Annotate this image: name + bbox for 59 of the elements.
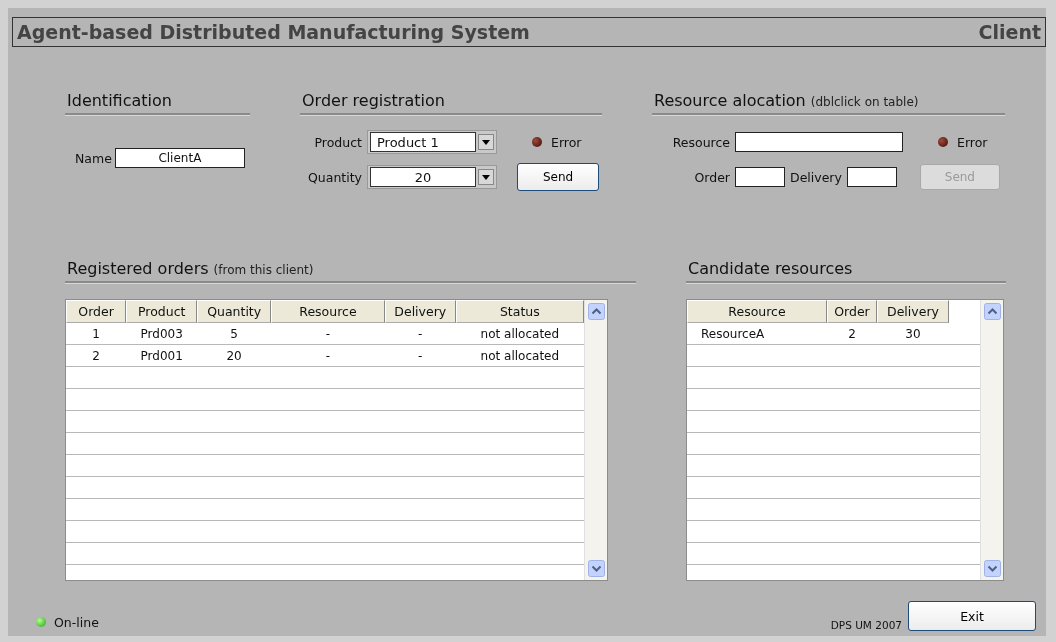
product-dropdown[interactable]: Product 1 [367, 130, 497, 154]
name-field[interactable]: ClientA [114, 148, 245, 168]
scroll-down-icon[interactable] [983, 560, 1001, 577]
table-cell-text: Prd001 [139, 347, 184, 365]
column-header[interactable]: Delivery [384, 300, 456, 323]
resource-field[interactable] [735, 132, 903, 152]
section-hint: (dblclick on table) [810, 95, 919, 109]
scroll-up-icon[interactable] [983, 303, 1001, 320]
section-heading: Order registration [302, 91, 445, 110]
field-label: Name [75, 150, 112, 166]
table-cell-text: - [324, 347, 332, 365]
order-field[interactable] [735, 167, 785, 187]
exit-button[interactable]: Exit [908, 601, 1036, 631]
table-cell-text: not allocated [479, 325, 561, 343]
field-label: Resource [671, 134, 730, 150]
scrollbar[interactable] [584, 300, 607, 580]
field-label: Delivery [790, 169, 842, 185]
field-label: Order [693, 169, 730, 185]
send-button[interactable]: Send [517, 163, 599, 191]
field-label: Product [313, 134, 362, 150]
quantity-dropdown[interactable]: 20 [367, 165, 497, 189]
column-header[interactable]: Order [827, 300, 877, 323]
column-header[interactable]: Status [455, 300, 584, 323]
table-cell-text: - [324, 325, 332, 343]
caret-icon [478, 169, 494, 185]
table-cell-text: 20 [225, 347, 243, 365]
status-label: On-line [54, 614, 99, 630]
section-hint: (from this client) [213, 263, 314, 277]
table-cell-text: - [417, 325, 424, 343]
column-header[interactable]: Delivery [877, 300, 949, 323]
section-heading: Registered orders [67, 259, 209, 278]
table-cell-text: Prd003 [139, 325, 184, 343]
field-label: Quantity [306, 169, 362, 185]
table-cell-text: 30 [904, 325, 922, 343]
delivery-field[interactable] [846, 167, 897, 187]
table-cell-text: 2 [91, 347, 101, 365]
scroll-up-icon[interactable] [587, 303, 605, 320]
scroll-down-icon[interactable] [587, 560, 605, 577]
error-label: Error [957, 134, 988, 150]
table-cell-text: not allocated [479, 347, 561, 365]
scrollbar[interactable] [980, 300, 1003, 580]
table-cell-text: ResourceA [700, 325, 766, 343]
table-cell-text: 1 [91, 325, 101, 343]
client-role-label: Client [978, 21, 1041, 43]
column-header[interactable]: Order [66, 300, 127, 323]
table-cell-text: 5 [229, 325, 239, 343]
table-cell-text: - [417, 347, 424, 365]
column-header[interactable]: Quantity [197, 300, 272, 323]
section-heading: Candidate resources [688, 259, 853, 278]
credit-text: DPS UM 2007 [830, 619, 902, 631]
column-header[interactable]: Resource [687, 300, 827, 323]
caret-icon [478, 134, 494, 150]
error-label: Error [551, 134, 582, 150]
section-heading: Resource alocation [654, 91, 806, 110]
table-cell-text: 2 [847, 325, 857, 343]
column-header[interactable]: Resource [271, 300, 385, 323]
section-heading: Identification [67, 91, 172, 110]
window-title: Agent-based Distributed Manufacturing System [17, 21, 530, 43]
column-header[interactable]: Product [126, 300, 198, 323]
